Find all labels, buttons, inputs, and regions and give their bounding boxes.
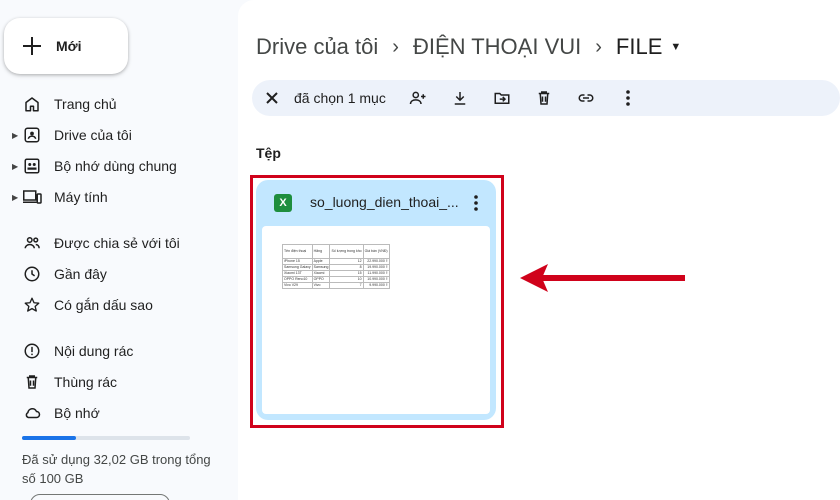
caret-right-icon[interactable]: ▶ xyxy=(12,131,18,140)
breadcrumb-my-drive[interactable]: Drive của tôi xyxy=(256,34,378,60)
sidebar-item-label: Thùng rác xyxy=(54,374,118,390)
download-icon[interactable] xyxy=(446,84,474,112)
thumb-header-cell: Tên điện thoại xyxy=(282,244,313,259)
thumb-cell: Vivo xyxy=(311,282,331,289)
sidebar-item-storage[interactable]: Bộ nhớ xyxy=(0,399,230,427)
breadcrumb: Drive của tôi › ĐIỆN THOẠI VUI › FILE ▼ xyxy=(256,32,681,62)
sidebar-item-shared-with-me[interactable]: Được chia sẻ với tôi xyxy=(0,229,230,257)
sheets-file-icon: X xyxy=(274,194,292,212)
chevron-right-icon: › xyxy=(595,35,602,58)
shared-drive-icon xyxy=(22,156,42,176)
sidebar-item-label: Máy tính xyxy=(54,189,108,205)
thumbnail-table: Tên điện thoại Hãng Số lượng trong kho G… xyxy=(282,244,390,289)
drive-icon xyxy=(22,125,42,145)
thumb-header-cell: Giá bán (VNĐ) xyxy=(362,244,390,259)
star-icon xyxy=(22,295,42,315)
main-panel: Drive của tôi › ĐIỆN THOẠI VUI › FILE ▼ … xyxy=(238,0,840,500)
sidebar-item-starred[interactable]: Có gắn dấu sao xyxy=(0,291,230,319)
sidebar-item-trash[interactable]: Thùng rác xyxy=(0,368,230,396)
more-vert-icon[interactable] xyxy=(614,84,642,112)
share-person-icon[interactable] xyxy=(404,84,432,112)
thumb-cell: 7 xyxy=(329,282,364,289)
sidebar-item-spam[interactable]: Nội dung rác xyxy=(0,337,230,365)
sidebar-item-label: Trang chủ xyxy=(54,96,117,112)
thumb-cell: 19.990.000 ₫ xyxy=(362,264,390,271)
thumb-cell: Samsung xyxy=(311,264,331,271)
thumb-header-cell: Số lượng trong kho xyxy=(329,244,364,259)
file-card[interactable]: X so_luong_dien_thoai_... Tên điện thoại… xyxy=(256,180,496,420)
clock-icon xyxy=(22,264,42,284)
home-icon xyxy=(22,94,42,114)
move-to-folder-icon[interactable] xyxy=(488,84,516,112)
selection-bar: đã chọn 1 mục xyxy=(252,80,840,116)
sidebar-item-label: Được chia sẻ với tôi xyxy=(54,235,180,251)
cloud-icon xyxy=(22,403,42,423)
thumb-cell: Vivo V29 xyxy=(282,282,313,289)
thumb-cell: 10.990.000 ₫ xyxy=(362,276,390,283)
sidebar-item-shared-drives[interactable]: ▶ Bộ nhớ dùng chung xyxy=(0,152,230,180)
trash-icon xyxy=(22,372,42,392)
computer-icon xyxy=(22,187,42,207)
sidebar-item-label: Bộ nhớ dùng chung xyxy=(54,158,177,174)
thumb-cell: 9.990.000 ₫ xyxy=(362,282,390,289)
chevron-right-icon: › xyxy=(392,35,399,58)
selection-count: đã chọn 1 mục xyxy=(294,90,386,106)
storage-usage-fill xyxy=(22,436,76,440)
thumb-cell: 22.990.000 ₫ xyxy=(362,258,390,265)
plus-icon xyxy=(22,36,42,56)
sidebar-item-label: Gần đây xyxy=(54,266,107,282)
get-more-storage-button[interactable] xyxy=(30,494,170,500)
file-thumbnail[interactable]: Tên điện thoại Hãng Số lượng trong kho G… xyxy=(262,226,490,414)
sidebar-item-label: Có gắn dấu sao xyxy=(54,297,153,313)
storage-usage-text: Đã sử dụng 32,02 GB trong tổng số 100 GB xyxy=(22,452,211,486)
file-name[interactable]: so_luong_dien_thoai_... xyxy=(310,194,460,210)
new-button-label: Mới xyxy=(56,38,82,54)
sidebar-item-label: Bộ nhớ xyxy=(54,405,100,421)
breadcrumb-folder[interactable]: ĐIỆN THOẠI VUI xyxy=(413,34,581,60)
thumb-cell: Samsung Galaxy xyxy=(282,264,313,271)
sidebar-item-recent[interactable]: Gần đây xyxy=(0,260,230,288)
thumb-header-cell: Hãng xyxy=(311,244,331,259)
more-vert-icon[interactable] xyxy=(466,190,486,216)
sidebar-item-my-drive[interactable]: ▶ Drive của tôi xyxy=(0,121,230,149)
caret-right-icon[interactable]: ▶ xyxy=(12,193,18,202)
caret-right-icon[interactable]: ▶ xyxy=(12,162,18,171)
sidebar: Mới Trang chủ ▶ Drive của tôi ▶ Bộ nhớ d… xyxy=(0,0,236,500)
close-icon[interactable] xyxy=(258,84,286,112)
dropdown-arrow-icon[interactable]: ▼ xyxy=(670,41,681,53)
sidebar-item-home[interactable]: Trang chủ xyxy=(0,90,230,118)
new-button[interactable]: Mới xyxy=(4,18,128,74)
breadcrumb-current[interactable]: FILE xyxy=(616,34,662,60)
annotation-arrow xyxy=(520,264,685,292)
sidebar-item-label: Drive của tôi xyxy=(54,127,132,143)
people-icon xyxy=(22,233,42,253)
delete-icon[interactable] xyxy=(530,84,558,112)
storage-usage-bar xyxy=(22,436,190,440)
sidebar-item-label: Nội dung rác xyxy=(54,343,134,359)
files-section-title: Tệp xyxy=(256,145,281,161)
sidebar-item-computers[interactable]: ▶ Máy tính xyxy=(0,183,230,211)
link-icon[interactable] xyxy=(572,84,600,112)
spam-icon xyxy=(22,341,42,361)
